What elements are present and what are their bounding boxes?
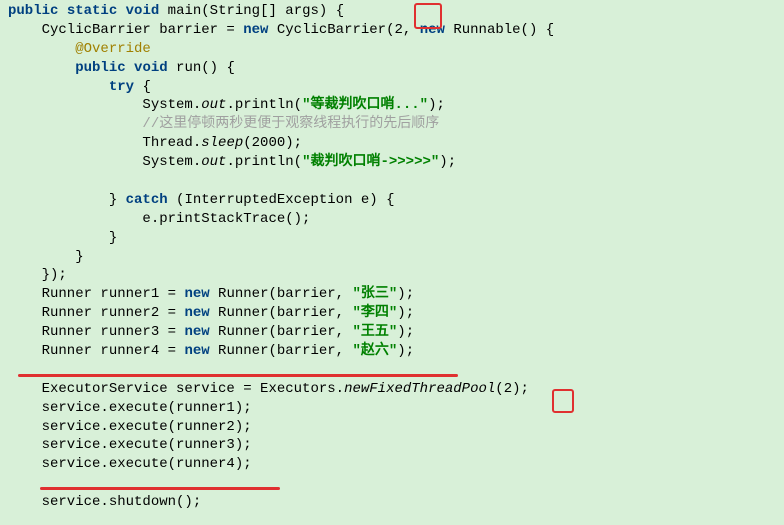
string: "裁判吹口哨->>>>>" xyxy=(302,154,439,170)
code-block: public static void main(String[] args) {… xyxy=(0,0,784,512)
text: { xyxy=(134,79,151,95)
string: "张三" xyxy=(352,286,397,302)
string: "等裁判吹口哨..." xyxy=(302,97,428,113)
text: Runner(barrier, xyxy=(210,286,353,302)
kw-try: try xyxy=(109,79,134,95)
kw-void: void xyxy=(126,3,160,19)
text: ExecutorService service = Executors. xyxy=(8,381,344,397)
text xyxy=(8,116,142,132)
text: Runner(barrier, xyxy=(210,343,353,359)
out: out xyxy=(201,97,226,113)
kw-void: void xyxy=(134,60,168,76)
text: Runner runner4 = xyxy=(8,343,184,359)
text: ); xyxy=(397,305,414,321)
kw-new: new xyxy=(184,305,209,321)
text: ); xyxy=(397,286,414,302)
annotation: @Override xyxy=(75,41,151,57)
kw-new: new xyxy=(184,343,209,359)
text: Runner(barrier, xyxy=(210,305,353,321)
text: service.shutdown(); xyxy=(8,494,201,510)
text: ( xyxy=(495,381,503,397)
text: e.printStackTrace(); xyxy=(8,211,310,227)
text: Runner runner3 = xyxy=(8,324,184,340)
text: } xyxy=(8,230,117,246)
kw-new: new xyxy=(184,324,209,340)
kw-public: public xyxy=(75,60,125,76)
string: "赵六" xyxy=(352,343,397,359)
text: Thread. xyxy=(8,135,201,151)
num: 2 xyxy=(504,381,512,397)
text: .println( xyxy=(226,97,302,113)
text: .println( xyxy=(226,154,302,170)
kw-new: new xyxy=(420,22,445,38)
text: ); xyxy=(439,154,456,170)
text: service.execute(runner3); xyxy=(8,437,252,453)
text: service.execute(runner4); xyxy=(8,456,252,472)
comment: //这里停顿两秒更便于观察线程执行的先后顺序 xyxy=(142,116,439,132)
sleep: sleep xyxy=(201,135,243,151)
text: System. xyxy=(8,97,201,113)
kw-new: new xyxy=(243,22,268,38)
num: 2 xyxy=(395,22,403,38)
text xyxy=(8,41,75,57)
text: Runnable() { xyxy=(445,22,554,38)
text xyxy=(8,79,109,95)
text: run() { xyxy=(168,60,235,76)
num: 2000 xyxy=(252,135,286,151)
text: service.execute(runner2); xyxy=(8,419,252,435)
text: service.execute(runner1); xyxy=(8,400,252,416)
kw-static: static xyxy=(67,3,117,19)
text: Runner runner2 = xyxy=(8,305,184,321)
string: "王五" xyxy=(352,324,397,340)
kw-catch: catch xyxy=(126,192,168,208)
out: out xyxy=(201,154,226,170)
text: Runner(barrier, xyxy=(210,324,353,340)
text: (InterruptedException e) { xyxy=(168,192,395,208)
text: main(String[] args) { xyxy=(159,3,344,19)
text: } xyxy=(8,192,126,208)
method: newFixedThreadPool xyxy=(344,381,495,397)
text: CyclicBarrier barrier = xyxy=(8,22,243,38)
text: CyclicBarrier( xyxy=(268,22,394,38)
kw-public: public xyxy=(8,3,58,19)
string: "李四" xyxy=(352,305,397,321)
text: Runner runner1 = xyxy=(8,286,184,302)
text: ); xyxy=(512,381,529,397)
text: , xyxy=(403,22,420,38)
text: ); xyxy=(397,324,414,340)
text: } xyxy=(8,249,84,265)
text xyxy=(8,60,75,76)
text: ); xyxy=(428,97,445,113)
text: ( xyxy=(243,135,251,151)
kw-new: new xyxy=(184,286,209,302)
text: ); xyxy=(397,343,414,359)
text: ); xyxy=(285,135,302,151)
text: System. xyxy=(8,154,201,170)
text: }); xyxy=(8,267,67,283)
